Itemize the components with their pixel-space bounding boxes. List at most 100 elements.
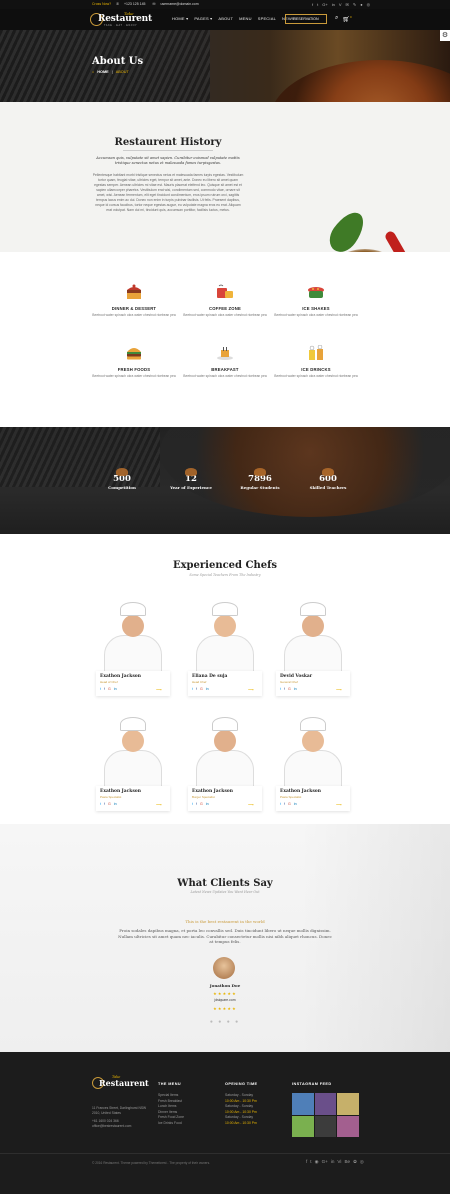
twitter-icon[interactable]: t <box>317 2 318 7</box>
menu-list: Special Items Fresh Breakfast Lunch Item… <box>158 1093 184 1127</box>
linkedin-icon[interactable]: in <box>114 687 117 691</box>
chef-photo <box>96 601 170 676</box>
menu-heading: THE MENU <box>158 1082 182 1086</box>
twitter-icon[interactable]: t <box>100 802 101 806</box>
stat-icon <box>254 468 266 476</box>
facebook-icon[interactable]: f <box>196 802 197 806</box>
twitter-icon[interactable]: t <box>310 1159 311 1165</box>
twitter-icon[interactable]: t <box>192 687 193 691</box>
cart-icon[interactable]: 🛒︎0 <box>342 15 351 23</box>
facebook-icon[interactable]: f <box>284 802 285 806</box>
mail-social-icon[interactable]: ✉ <box>346 2 349 7</box>
instagram-icon[interactable]: ◉ <box>315 1159 319 1165</box>
nav-menu[interactable]: MENU <box>239 16 252 21</box>
chef-card[interactable]: Devid Voskar General Chef t f Gin ⟶ <box>276 601 350 709</box>
instagram-photo[interactable] <box>314 1093 337 1115</box>
linkedin-icon[interactable]: in <box>206 687 209 691</box>
github-icon[interactable]: ◎ <box>367 2 371 7</box>
linkedin-icon[interactable]: in <box>114 802 117 806</box>
feature-desc: Beetroot water spinach okra water chestn… <box>92 313 176 317</box>
nav-home[interactable]: HOME ▾ <box>172 16 188 21</box>
settings-gear-icon[interactable]: ⚙ <box>440 30 450 41</box>
email-link[interactable]: username@domain.com <box>160 2 198 6</box>
google-plus-icon[interactable]: G <box>108 802 111 806</box>
chef-card[interactable]: Exathon Jackson Pasta Specialist t f Gin ⟶ <box>96 716 170 824</box>
flickr-icon[interactable]: ✿ <box>353 1159 357 1165</box>
google-plus-icon[interactable]: G+ <box>322 2 327 7</box>
chef-role: Head of Chef <box>100 680 118 684</box>
pen-icon[interactable]: ✎ <box>353 2 356 7</box>
instagram-photo[interactable] <box>337 1093 359 1115</box>
nav-about[interactable]: ABOUT <box>218 16 233 21</box>
dribbble-icon[interactable]: ● <box>360 2 362 7</box>
chef-card[interactable]: Exathon Jackson Pasta Specialist t f Gin ⟶ <box>276 716 350 824</box>
logo[interactable]: Take Restaurent TAKE . EAT . ENJOY <box>90 11 152 28</box>
stat-label: Competition <box>108 485 136 490</box>
linkedin-icon[interactable]: in <box>206 802 209 806</box>
instagram-photo[interactable] <box>292 1093 314 1115</box>
vimeo-icon[interactable]: V <box>339 2 342 7</box>
phone-number[interactable]: +123 125 145 <box>124 2 146 6</box>
instagram-photo[interactable] <box>292 1115 314 1137</box>
behance-icon[interactable]: Be <box>344 1159 350 1165</box>
history-divider <box>123 150 213 151</box>
breadcrumb: ⌂ HOME | ABOUT <box>92 70 129 74</box>
google-plus-icon[interactable]: G <box>108 687 111 691</box>
instagram-heading: INSTAGRAM FEED <box>292 1082 332 1086</box>
instagram-photo[interactable] <box>314 1115 337 1137</box>
stat-icon <box>322 468 334 476</box>
carousel-dots[interactable]: ● ● ● ● <box>0 1019 450 1025</box>
google-plus-icon[interactable]: G <box>200 802 203 806</box>
twitter-icon[interactable]: t <box>192 802 193 806</box>
feature-desc: Beetroot water spinach okra water chestn… <box>274 313 358 317</box>
github-icon[interactable]: ◎ <box>360 1159 364 1165</box>
feature-dinner: DINNER & DESSERT Beetroot water spinach … <box>89 284 179 318</box>
chef-card[interactable]: Exathon Jackson Burger Specialist t f Gin … <box>188 716 262 824</box>
nav-pages[interactable]: PAGES ▾ <box>194 16 212 21</box>
chef-info: Eliana De suja Head Chef t f Gin ⟶ <box>188 671 262 696</box>
facebook-icon[interactable]: f <box>312 2 313 7</box>
chef-role: General Chef <box>280 680 298 684</box>
stat-label: Skilled Teachers <box>309 485 347 490</box>
reservation-button[interactable]: RESERVATION <box>285 14 327 24</box>
arrow-right-icon[interactable]: ⟶ <box>248 687 254 692</box>
chef-card[interactable]: Eliana De suja Head Chef t f Gin ⟶ <box>188 601 262 709</box>
arrow-right-icon[interactable]: ⟶ <box>336 687 342 692</box>
facebook-icon[interactable]: f <box>104 687 105 691</box>
chef-name: Exathon Jackson <box>100 674 141 679</box>
chef-social: t f Gin <box>192 802 209 806</box>
footer-logo[interactable]: Take Restaurent <box>92 1075 149 1093</box>
linkedin-icon[interactable]: in <box>331 1159 335 1165</box>
search-icon[interactable]: ⌕ <box>335 15 338 23</box>
vimeo-icon[interactable]: Vi <box>337 1159 341 1165</box>
google-plus-icon[interactable]: G+ <box>322 1159 328 1165</box>
arrow-right-icon[interactable]: ⟶ <box>248 802 254 807</box>
twitter-icon[interactable]: t <box>280 687 281 691</box>
linkedin-icon[interactable]: in <box>294 802 297 806</box>
google-plus-icon[interactable]: G <box>200 687 203 691</box>
twitter-icon[interactable]: t <box>100 687 101 691</box>
google-plus-icon[interactable]: G <box>288 802 291 806</box>
menu-link[interactable]: Ice Drinks Food <box>158 1121 184 1127</box>
chef-card[interactable]: Exathon Jackson Head of Chef t f Gin ⟶ <box>96 601 170 709</box>
google-plus-icon[interactable]: G <box>288 687 291 691</box>
facebook-icon[interactable]: f <box>284 687 285 691</box>
linkedin-icon[interactable]: in <box>294 687 297 691</box>
instagram-photo[interactable] <box>337 1115 359 1137</box>
facebook-icon[interactable]: f <box>196 687 197 691</box>
facebook-icon[interactable]: f <box>104 802 105 806</box>
stat-icon <box>116 468 128 476</box>
chef-role: Head Chef <box>192 680 207 684</box>
footer-email[interactable]: office@bestrestaurent.com <box>92 1124 154 1129</box>
linkedin-icon[interactable]: in <box>332 2 335 7</box>
arrow-right-icon[interactable]: ⟶ <box>156 802 162 807</box>
feature-drinks: ICE DRINCKS Beetroot water spinach okra … <box>271 344 361 379</box>
twitter-icon[interactable]: t <box>280 802 281 806</box>
facebook-icon[interactable]: f <box>306 1159 307 1165</box>
nav-special[interactable]: SPECIAL <box>258 16 276 21</box>
chefs-title: Experienced Chefs <box>172 560 278 571</box>
feature-title: ICE SHAKES <box>302 306 330 311</box>
arrow-right-icon[interactable]: ⟶ <box>156 687 162 692</box>
breadcrumb-home[interactable]: HOME <box>97 70 108 74</box>
arrow-right-icon[interactable]: ⟶ <box>336 802 342 807</box>
